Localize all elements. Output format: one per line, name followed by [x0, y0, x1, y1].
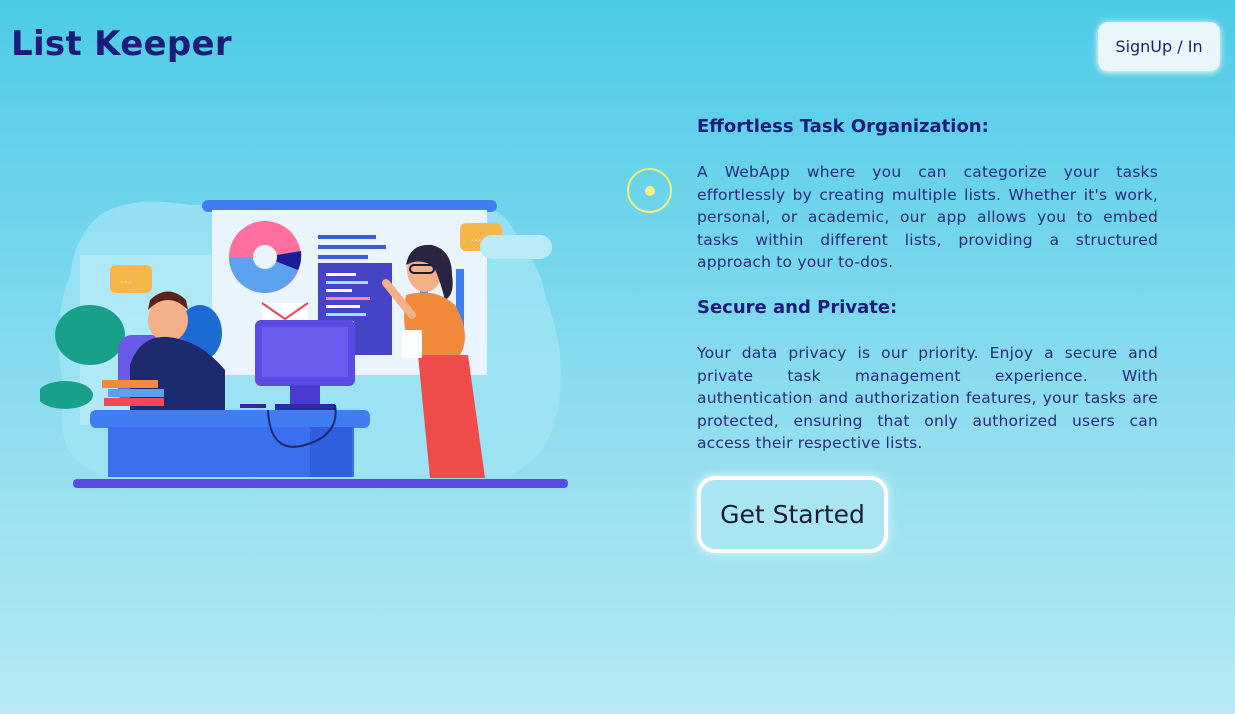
signup-signin-button[interactable]: SignUp / In: [1098, 22, 1220, 71]
svg-text:...: ...: [120, 272, 131, 286]
feature-organization: Effortless Task Organization: A WebApp w…: [697, 116, 1158, 274]
brand-title: List Keeper: [11, 24, 232, 64]
features-section: Effortless Task Organization: A WebApp w…: [697, 116, 1158, 553]
svg-text:...: ...: [470, 230, 481, 244]
feature-heading: Secure and Private:: [697, 296, 898, 318]
feature-description: A WebApp where you can categorize your t…: [697, 163, 1158, 272]
pulse-indicator-icon: [627, 168, 672, 213]
feature-description: Your data privacy is our priority. Enjoy…: [697, 343, 1158, 453]
office-team-illustration: ... ...: [40, 200, 568, 488]
feature-security: Secure and Private: Your data privacy is…: [697, 297, 1158, 455]
get-started-button[interactable]: Get Started: [697, 475, 888, 553]
feature-heading: Effortless Task Organization:: [697, 116, 989, 137]
